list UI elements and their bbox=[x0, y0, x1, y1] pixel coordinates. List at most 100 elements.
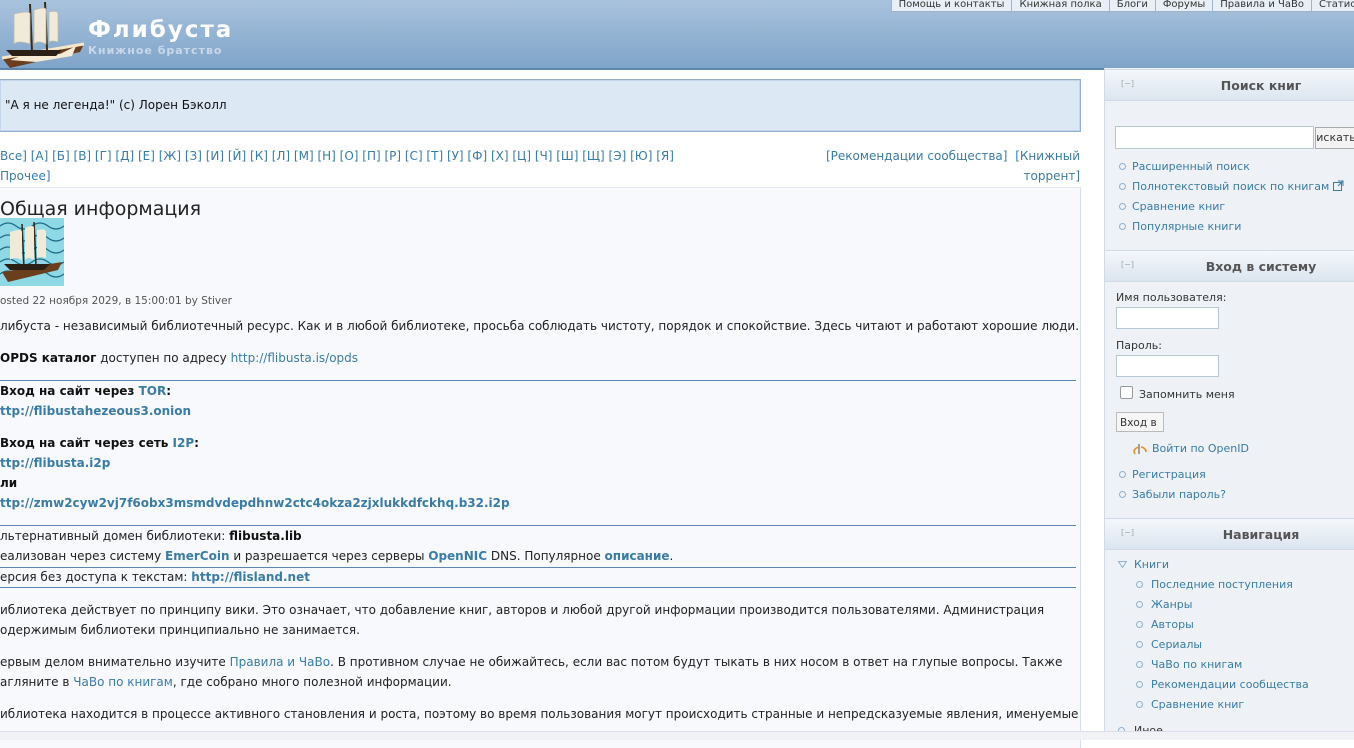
bullet-icon bbox=[1136, 621, 1143, 628]
search-input[interactable] bbox=[1115, 126, 1314, 149]
password-label: Пароль: bbox=[1116, 339, 1162, 352]
search-block-title: Поиск книг bbox=[1220, 78, 1302, 93]
intro-text: либуста - независимый библиотечный ресур… bbox=[0, 319, 1080, 333]
bullet-icon bbox=[1119, 203, 1126, 210]
nav-books-link[interactable]: Книги bbox=[1134, 558, 1169, 571]
bullet-icon bbox=[1136, 661, 1143, 668]
nav-faq-link[interactable]: ЧаВо по книгам bbox=[1151, 658, 1242, 671]
wiki-line-2: одержимым библиотеки принципиально не за… bbox=[0, 623, 360, 637]
search-button[interactable]: искать bbox=[1315, 127, 1354, 149]
dot: . bbox=[669, 549, 674, 563]
advanced-search-link[interactable]: Расширенный поиск bbox=[1132, 160, 1250, 173]
alphabet-letters[interactable]: Все] [А] [Б] [В] [Г] [Д] [Е] [Ж] [З] [И]… bbox=[0, 146, 780, 186]
growth-line: иблиотека находится в процессе активного… bbox=[0, 707, 1079, 721]
torrent-link[interactable]: [Книжный торрент] bbox=[1015, 146, 1080, 186]
bullet-icon bbox=[1119, 491, 1126, 498]
rules-pre: ервым делом внимательно изучите bbox=[0, 655, 230, 669]
site-name[interactable]: Флибуста bbox=[88, 17, 233, 43]
opds-label: OPDS каталог bbox=[0, 351, 97, 365]
popular-books-link[interactable]: Популярные книги bbox=[1132, 220, 1241, 233]
description-link[interactable]: описание bbox=[605, 549, 670, 563]
emercoin-mid: и разрешается через серверы bbox=[229, 549, 429, 563]
alphabet-line-2[interactable]: Прочее] bbox=[0, 166, 780, 186]
fulltext-search-label[interactable]: Полнотекстовый поиск по книгам bbox=[1132, 180, 1329, 193]
username-field[interactable] bbox=[1116, 307, 1219, 329]
topnav-stats[interactable]: Статистика bbox=[1311, 0, 1354, 12]
quote-text: "А я не легенда!" (c) Лорен Бэколл bbox=[5, 98, 227, 112]
bullet-icon bbox=[1119, 223, 1126, 230]
quote-banner: "А я не легенда!" (c) Лорен Бэколл bbox=[0, 79, 1081, 132]
no-access-line: ерсия без доступа к текстам: http://flis… bbox=[0, 570, 310, 584]
openid-login-link[interactable]: Войти по OpenID bbox=[1152, 442, 1249, 455]
login-block-header[interactable]: [−] Вход в систему bbox=[1105, 250, 1354, 282]
rules-link[interactable]: Правила и ЧаВо bbox=[230, 655, 330, 669]
tor-link[interactable]: TOR bbox=[139, 384, 167, 398]
bullet-icon bbox=[1119, 163, 1126, 170]
fulltext-search-link[interactable]: Полнотекстовый поиск по книгам bbox=[1132, 180, 1344, 193]
i2p-url2-link[interactable]: ttp://zmw2cyw2vj7f6obx3msmdvdepdhnw2ctc4… bbox=[0, 496, 510, 510]
login-button[interactable]: Вход в систему bbox=[1116, 412, 1164, 432]
site-slogan: Книжное братство bbox=[88, 44, 223, 57]
divider bbox=[0, 525, 1076, 526]
login-block-title: Вход в систему bbox=[1205, 259, 1317, 274]
compare-books-link[interactable]: Сравнение книг bbox=[1132, 200, 1225, 213]
password-field[interactable] bbox=[1116, 355, 1219, 377]
bullet-icon bbox=[1136, 641, 1143, 648]
nav-series-link[interactable]: Сериалы bbox=[1151, 638, 1202, 651]
ship-logo-icon[interactable] bbox=[0, 0, 86, 70]
i2p-label: Вход на сайт через сеть bbox=[0, 436, 173, 450]
nav-compare-link[interactable]: Сравнение книг bbox=[1151, 698, 1244, 711]
topnav-bookshelf[interactable]: Книжная полка bbox=[1011, 0, 1109, 12]
tor-url-link[interactable]: ttp://flibustahezeous3.onion bbox=[0, 404, 191, 418]
i2p-url-link[interactable]: ttp://flibusta.i2p bbox=[0, 456, 110, 470]
i2p-line: Вход на сайт через сеть I2P: bbox=[0, 436, 199, 450]
emercoin-pre: еализован через систему bbox=[0, 549, 166, 563]
navigation-block-title: Навигация bbox=[1222, 527, 1300, 542]
nav-recommendations-link[interactable]: Рекомендации сообщества bbox=[1151, 678, 1309, 691]
nav-genres-link[interactable]: Жанры bbox=[1151, 598, 1192, 611]
divider bbox=[0, 567, 1076, 568]
emercoin-post: DNS. Популярное bbox=[487, 549, 605, 563]
opds-line: OPDS каталог доступен по адресу http://f… bbox=[0, 351, 358, 365]
topnav-forums[interactable]: Форумы bbox=[1154, 0, 1213, 12]
divider bbox=[0, 380, 1076, 381]
bullet-icon bbox=[1119, 471, 1126, 478]
bullet-icon bbox=[1136, 681, 1143, 688]
faq-line: агляните в ЧаВо по книгам, где собрано м… bbox=[0, 675, 452, 689]
remember-me-label[interactable]: Запомнить меня bbox=[1139, 388, 1235, 401]
remember-me-checkbox[interactable] bbox=[1120, 386, 1133, 399]
external-link-icon bbox=[1332, 180, 1344, 191]
topnav-help[interactable]: Помощь и контакты bbox=[890, 0, 1012, 12]
forgot-password-link[interactable]: Забыли пароль? bbox=[1132, 488, 1226, 501]
opds-url-link[interactable]: http://flibusta.is/opds bbox=[231, 351, 358, 365]
torrent-line-2[interactable]: торрент] bbox=[1015, 166, 1080, 186]
alt-domain-value: flibusta.lib bbox=[229, 529, 302, 543]
alphabet-line-1[interactable]: Все] [А] [Б] [В] [Г] [Д] [Е] [Ж] [З] [И]… bbox=[0, 146, 780, 166]
topnav-blogs[interactable]: Блоги bbox=[1108, 0, 1155, 12]
expanded-triangle-icon[interactable] bbox=[1118, 561, 1127, 568]
topnav-rules[interactable]: Правила и ЧаВо bbox=[1212, 0, 1311, 12]
recommendations-link[interactable]: [Рекомендации сообщества] bbox=[826, 146, 1007, 166]
rules-post: . В противном случае не обижайтесь, если… bbox=[330, 655, 1063, 669]
tor-line: Вход на сайт через TOR: bbox=[0, 384, 171, 398]
opennic-link[interactable]: OpenNIC bbox=[428, 549, 487, 563]
search-block-header[interactable]: [−] Поиск книг bbox=[1105, 69, 1354, 101]
top-navigation: Помощь и контакты Книжная полка Блоги Фо… bbox=[890, 0, 1354, 12]
register-link[interactable]: Регистрация bbox=[1132, 468, 1206, 481]
tor-colon: : bbox=[166, 384, 172, 398]
navigation-block-header[interactable]: [−] Навигация bbox=[1105, 518, 1354, 550]
torrent-line-1[interactable]: [Книжный bbox=[1015, 146, 1080, 166]
sidebar: [−] Поиск книг искать Расширенный поиск … bbox=[1104, 68, 1354, 739]
i2p-link[interactable]: I2P bbox=[173, 436, 195, 450]
nav-latest-link[interactable]: Последние поступления bbox=[1151, 578, 1293, 591]
nav-authors-link[interactable]: Авторы bbox=[1151, 618, 1194, 631]
site-header: Флибуста Книжное братство Помощь и конта… bbox=[0, 0, 1354, 70]
faq-link[interactable]: ЧаВо по книгам bbox=[73, 675, 173, 689]
tor-label: Вход на сайт через bbox=[0, 384, 139, 398]
or-label: ли bbox=[0, 476, 18, 490]
alt-domain-label: льтернативный домен библиотеки: bbox=[0, 529, 230, 543]
no-access-link[interactable]: http://flisland.net bbox=[191, 570, 310, 584]
faq-post: , где собрано много полезной информации. bbox=[172, 675, 452, 689]
main-content: Общая информация osted 22 ноября 2029, в… bbox=[0, 187, 1081, 748]
emercoin-link[interactable]: EmerCoin bbox=[165, 549, 229, 563]
